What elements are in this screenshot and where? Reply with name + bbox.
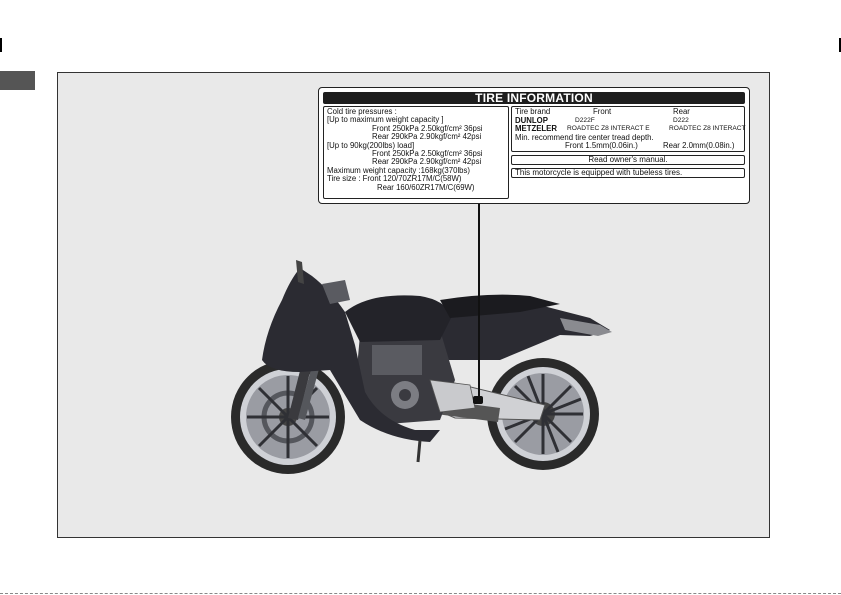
label-title: TIRE INFORMATION	[323, 92, 745, 104]
kickstand	[416, 439, 422, 463]
rear-header: Rear	[673, 107, 690, 116]
metzeler-rear: ROADTEC Z8 INTERACT	[669, 125, 746, 133]
front-wheel	[231, 360, 345, 474]
tread-front: Front 1.5mm(0.06in.)	[565, 141, 638, 151]
tire-information-label: TIRE INFORMATION Cold tire pressures : […	[318, 87, 750, 204]
tread-row: Front 1.5mm(0.06in.) Rear 2.0mm(0.08in.)	[515, 142, 741, 151]
tire-size-rear: Rear 160/60ZR17M/C(69W)	[377, 182, 475, 192]
owners-manual-notice: Read owner's manual.	[511, 155, 745, 165]
front-header: Front	[593, 107, 612, 116]
tread-rear: Rear 2.0mm(0.08in.)	[663, 141, 735, 151]
tubeless-notice: This motorcycle is equipped with tubeles…	[511, 168, 745, 178]
tire-pressure-section: Cold tire pressures : [Up to maximum wei…	[323, 106, 509, 199]
label-location-marker	[473, 396, 483, 404]
dunlop-front: D222F	[575, 116, 595, 124]
dunlop-rear: D222	[673, 116, 689, 124]
tire-brand-section: Tire brand Front Rear DUNLOP D222F D222 …	[511, 106, 746, 152]
label-leader-line	[478, 204, 480, 400]
brand-header-row: Tire brand Front Rear	[515, 107, 741, 117]
fuel-tank	[345, 295, 452, 342]
